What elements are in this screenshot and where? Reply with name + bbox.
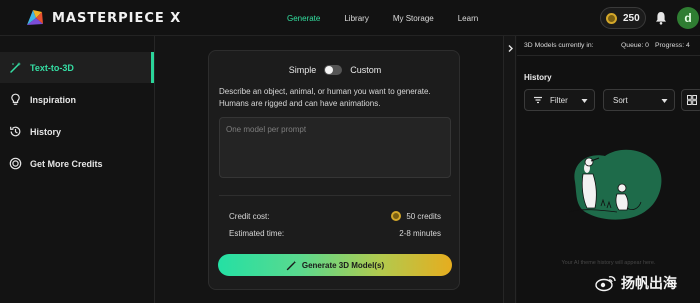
sidebar: Text-to-3D Inspiration History Get More … (0, 36, 155, 303)
estimated-time-row: Estimated time: 2-8 minutes (229, 227, 441, 239)
estimated-time-label: Estimated time: (229, 228, 285, 238)
nav-learn[interactable]: Learn (458, 14, 478, 23)
sort-label: Sort (613, 95, 628, 105)
sidebar-item-inspiration[interactable]: Inspiration (0, 84, 154, 115)
mode-simple-label[interactable]: Simple (289, 65, 317, 75)
bell-icon[interactable] (655, 11, 667, 25)
sidebar-item-get-more-credits[interactable]: Get More Credits (0, 148, 154, 179)
progress-count: Progress: 4 (655, 42, 690, 49)
generate-button-label: Generate 3D Model(s) (301, 260, 385, 270)
coin-icon (606, 12, 617, 24)
caret-down-icon (581, 99, 588, 103)
chevron-right-icon (508, 45, 513, 52)
brand[interactable]: MASTERPIECE X (24, 7, 181, 29)
generator-card: Simple Custom Describe an object, animal… (208, 50, 460, 290)
history-panel: 3D Models currently in: Queue: 0 Progres… (517, 36, 700, 303)
main-nav: Generate Library My Storage Learn (287, 0, 502, 36)
watermark-text: 扬帆出海 (621, 275, 677, 291)
caret-down-icon (661, 99, 668, 103)
history-icon (10, 126, 21, 137)
sort-dropdown[interactable]: Sort (603, 89, 675, 111)
prompt-description: Describe an object, animal, or human you… (219, 87, 431, 108)
history-title: History (524, 73, 552, 82)
credits-icon (9, 157, 22, 170)
sidebar-item-label: Text-to-3D (30, 62, 74, 73)
mode-custom-label[interactable]: Custom (350, 65, 381, 75)
weibo-icon (595, 276, 616, 292)
prompt-input[interactable] (219, 117, 451, 178)
queue-label: 3D Models currently in: (524, 42, 594, 49)
sidebar-item-history[interactable]: History (0, 116, 154, 147)
watermark: 扬帆出海 (595, 273, 677, 293)
credit-cost-row: Credit cost: 50 credits (229, 210, 441, 222)
sidebar-item-text-to-3d[interactable]: Text-to-3D (0, 52, 154, 83)
credits-balance[interactable]: 250 (600, 7, 646, 29)
divider (219, 195, 451, 196)
avatar[interactable]: d (677, 7, 699, 29)
nav-generate[interactable]: Generate (287, 14, 320, 23)
queue-count: Queue: 0 (621, 42, 649, 49)
magic-wand-icon (10, 62, 21, 73)
coin-icon (391, 211, 402, 221)
sidebar-item-label: Get More Credits (30, 158, 103, 169)
credit-cost-value-wrap: 50 credits (391, 211, 441, 221)
nav-library[interactable]: Library (344, 14, 368, 23)
mode-toggle[interactable] (324, 65, 343, 75)
generate-button[interactable]: Generate 3D Model(s) (218, 254, 452, 276)
nav-my-storage[interactable]: My Storage (393, 14, 434, 23)
estimated-time-value: 2-8 minutes (399, 228, 441, 238)
sidebar-item-label: History (30, 126, 62, 137)
credit-cost-label: Credit cost: (229, 211, 270, 221)
top-bar: MASTERPIECE X Generate Library My Storag… (0, 0, 700, 36)
app-window: MASTERPIECE X Generate Library My Storag… (0, 0, 700, 303)
credits-count: 250 (623, 12, 640, 24)
brand-name: MASTERPIECE X (52, 10, 182, 26)
mode-switch-row: Simple Custom (209, 63, 461, 77)
queue-status: 3D Models currently in: Queue: 0 Progres… (517, 36, 700, 56)
grid-icon (687, 95, 697, 105)
filter-icon (534, 96, 542, 104)
meerkats-illustration (568, 149, 662, 220)
magic-wand-icon (286, 260, 297, 270)
credit-cost-value: 50 credits (406, 211, 441, 221)
panel-collapse-toggle[interactable] (503, 36, 516, 303)
grid-view-button[interactable] (681, 89, 700, 111)
lightbulb-icon (11, 93, 20, 105)
filter-dropdown[interactable]: Filter (524, 89, 595, 111)
sidebar-item-label: Inspiration (30, 94, 77, 105)
empty-history-text: Your AI theme history will appear here. (561, 260, 656, 266)
filter-label: Filter (550, 95, 568, 105)
masterpiece-logo-icon (27, 10, 43, 25)
